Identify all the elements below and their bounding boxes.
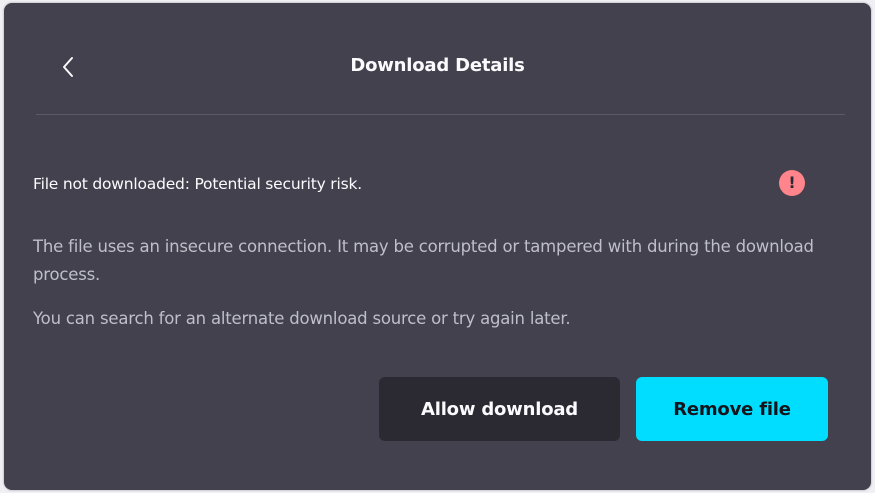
warning-icon-symbol: ! — [788, 173, 796, 192]
download-details-panel: Download Details File not downloaded: Po… — [4, 3, 871, 490]
warning-icon: ! — [779, 170, 805, 196]
remove-file-button[interactable]: Remove file — [636, 377, 828, 441]
header-divider — [36, 114, 845, 115]
description-text-2: You can search for an alternate download… — [33, 309, 571, 328]
allow-download-button[interactable]: Allow download — [379, 377, 620, 441]
panel-header: Download Details — [4, 3, 871, 115]
page-title: Download Details — [350, 55, 525, 76]
status-message: File not downloaded: Potential security … — [33, 175, 362, 193]
description-text-1: The file uses an insecure connection. It… — [33, 237, 814, 284]
